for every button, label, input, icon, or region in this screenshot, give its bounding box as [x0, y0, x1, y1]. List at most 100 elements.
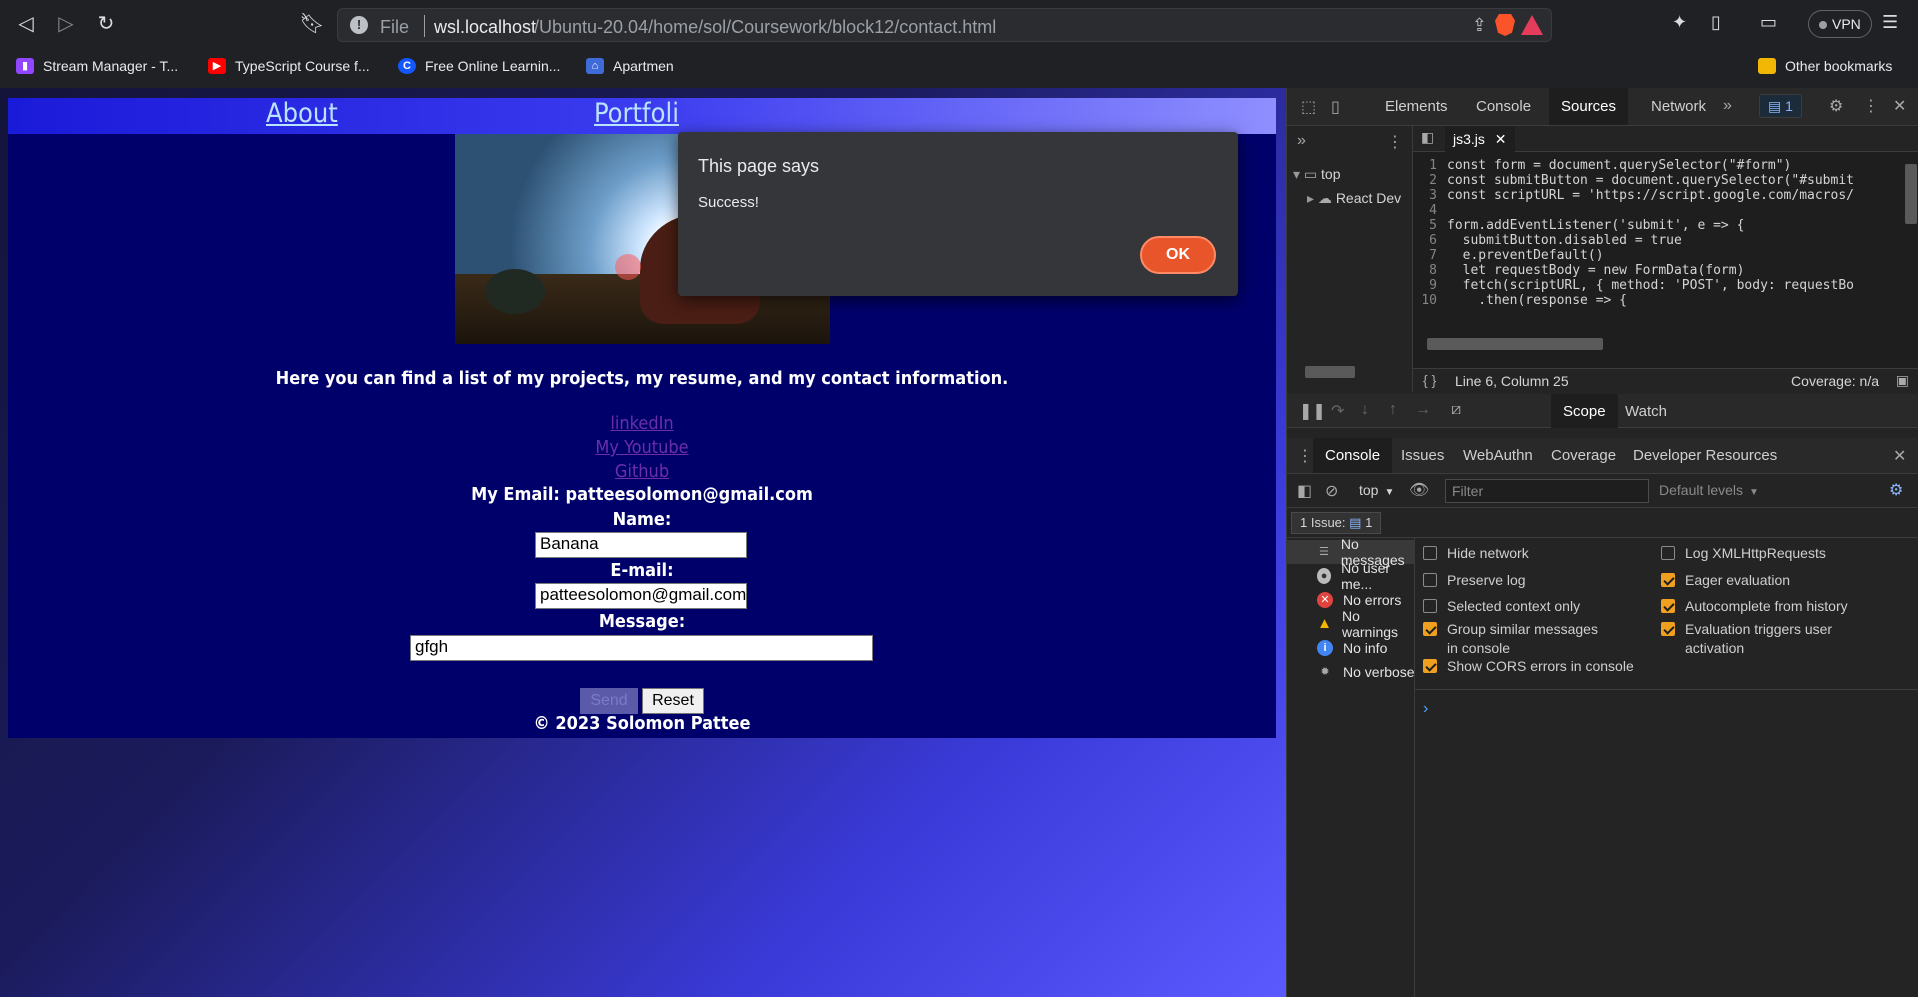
drawer-menu-icon[interactable]: ⋮ [1297, 446, 1313, 466]
brave-rewards-icon[interactable] [1521, 15, 1543, 35]
navigator-menu-icon[interactable]: ⋮ [1387, 132, 1403, 152]
menu-icon[interactable]: ☰ [1882, 12, 1898, 33]
nav-link-about[interactable]: About [266, 98, 338, 129]
close-tab-icon[interactable]: ✕ [1495, 131, 1507, 147]
console-filter-input[interactable]: Filter [1445, 479, 1649, 503]
checkbox[interactable] [1423, 599, 1437, 613]
close-devtools-icon[interactable]: ✕ [1893, 96, 1906, 116]
bookmark-icon[interactable]: 🔖︎ [298, 10, 326, 38]
sidebar-item-info[interactable]: i No info [1287, 636, 1415, 660]
tree-item-top[interactable]: ▾ ▭ top [1293, 166, 1341, 183]
ok-button[interactable]: OK [1140, 236, 1216, 274]
option-eval-triggers[interactable]: Evaluation triggers user activation [1661, 620, 1861, 658]
option-selected-context[interactable]: Selected context only [1423, 597, 1609, 616]
more-panes-icon[interactable]: » [1297, 132, 1306, 150]
log-levels-select[interactable]: Default levels ▼ [1659, 482, 1759, 498]
back-button[interactable]: ◁ [12, 10, 40, 38]
clear-console-icon[interactable]: ⊘ [1325, 481, 1338, 501]
option-preserve-log[interactable]: Preserve log [1423, 571, 1609, 590]
tree-item-react[interactable]: ▸ ☁ React Dev [1307, 190, 1401, 207]
checkbox[interactable] [1423, 622, 1437, 636]
console-prompt[interactable]: › [1423, 700, 1428, 718]
coverage-icon[interactable]: ▣ [1896, 372, 1909, 389]
tab-elements[interactable]: Elements [1373, 88, 1460, 125]
address-bar[interactable]: ! File wsl.localhost /Ubuntu-20.04/home/… [337, 8, 1552, 42]
drawer-tab-developer-resources[interactable]: Developer Resources [1621, 438, 1789, 473]
step-over-icon[interactable]: ↷ [1331, 401, 1344, 421]
bookmark-item[interactable]: ▮ Stream Manager - T... [16, 56, 178, 76]
sidebar-item-verbose[interactable]: ✹ No verbose [1287, 660, 1415, 684]
inspect-icon[interactable]: ⬚ [1301, 97, 1316, 117]
step-into-icon[interactable]: ↓ [1361, 401, 1369, 419]
tab-watch[interactable]: Watch [1613, 394, 1679, 428]
drawer-tab-issues[interactable]: Issues [1389, 438, 1456, 473]
youtube-link[interactable]: My Youtube [595, 437, 688, 458]
reset-button[interactable]: Reset [642, 688, 704, 714]
context-select[interactable]: top ▼ [1359, 482, 1394, 498]
checkbox[interactable] [1661, 599, 1675, 613]
bookmark-item[interactable]: ▶ TypeScript Course f... [208, 56, 370, 76]
sidebar-toggle-icon[interactable]: ▯ [1711, 12, 1721, 33]
option-log-xhr[interactable]: Log XMLHttpRequests [1661, 544, 1911, 563]
vpn-button[interactable]: VPN [1808, 10, 1872, 38]
toggle-navigator-icon[interactable]: ◧ [1421, 129, 1434, 146]
other-bookmarks[interactable]: Other bookmarks [1758, 56, 1892, 76]
pause-icon[interactable]: ❚❚ [1299, 401, 1326, 421]
step-out-icon[interactable]: ↑ [1389, 401, 1397, 419]
editor-hscrollbar[interactable] [1427, 338, 1603, 350]
file-tab-js3[interactable]: js3.js ✕ [1445, 126, 1515, 152]
option-autocomplete[interactable]: Autocomplete from history [1661, 597, 1911, 616]
editor-vscrollbar[interactable] [1905, 164, 1917, 224]
extensions-icon[interactable]: ✦ [1672, 12, 1687, 33]
checkbox[interactable] [1423, 546, 1437, 560]
kebab-menu-icon[interactable]: ⋮ [1863, 96, 1879, 116]
message-field[interactable]: gfgh [410, 635, 873, 661]
tab-sources[interactable]: Sources [1549, 88, 1629, 125]
option-hide-network[interactable]: Hide network [1423, 544, 1609, 563]
drawer-tab-coverage[interactable]: Coverage [1539, 438, 1628, 473]
email-field[interactable]: patteesolomon@gmail.com [535, 583, 747, 609]
bookmark-item[interactable]: C Free Online Learnin... [398, 56, 560, 76]
github-link[interactable]: Github [615, 461, 669, 482]
device-toolbar-icon[interactable]: ▯ [1331, 97, 1340, 117]
drawer-tab-console[interactable]: Console [1313, 438, 1393, 473]
forward-button[interactable]: ▷ [52, 10, 80, 38]
option-eager-eval[interactable]: Eager evaluation [1661, 571, 1911, 590]
linkedin-link[interactable]: linkedIn [610, 413, 673, 434]
drawer-tab-webauthn[interactable]: WebAuthn [1451, 438, 1545, 473]
pretty-print-icon[interactable]: { } [1423, 372, 1436, 388]
nav-link-portfolio[interactable]: Portfoli [594, 98, 679, 129]
checkbox[interactable] [1661, 546, 1675, 560]
tab-network[interactable]: Network [1639, 88, 1718, 125]
brave-shields-icon[interactable] [1495, 14, 1515, 36]
tab-console[interactable]: Console [1464, 88, 1543, 125]
close-drawer-icon[interactable]: ✕ [1893, 446, 1906, 466]
console-settings-icon[interactable]: ⚙ [1889, 480, 1903, 500]
info-icon[interactable]: ! [350, 16, 368, 34]
more-tabs-icon[interactable]: » [1723, 97, 1732, 115]
wallet-icon[interactable]: ▭ [1760, 12, 1777, 33]
step-icon[interactable]: → [1415, 401, 1431, 419]
send-button[interactable]: Send [580, 688, 638, 714]
deactivate-breakpoints-icon[interactable]: ⧄ [1451, 401, 1461, 419]
checkbox[interactable] [1423, 659, 1437, 673]
navigator-hscroll[interactable] [1305, 366, 1355, 378]
settings-icon[interactable]: ⚙ [1829, 96, 1843, 116]
sidebar-item-warnings[interactable]: ▲ No warnings [1287, 608, 1415, 640]
line-number: 5 [1429, 218, 1437, 233]
bookmark-item[interactable]: ⌂ Apartmen [586, 56, 674, 76]
share-icon[interactable]: ⇪ [1472, 15, 1487, 36]
console-sidebar-icon[interactable]: ◧ [1297, 481, 1312, 501]
option-show-cors[interactable]: Show CORS errors in console [1423, 657, 1653, 676]
checkbox[interactable] [1661, 573, 1675, 587]
option-group-similar[interactable]: Group similar messages in console [1423, 620, 1609, 658]
tab-scope[interactable]: Scope [1551, 394, 1618, 428]
name-field[interactable]: Banana [535, 532, 747, 558]
issues-button[interactable]: 1 Issue: ▤ 1 [1291, 512, 1382, 534]
checkbox[interactable] [1423, 573, 1437, 587]
reload-button[interactable]: ↻ [92, 10, 120, 38]
checkbox[interactable] [1661, 622, 1675, 636]
issues-badge[interactable]: ▤ 1 [1759, 94, 1802, 118]
sidebar-item-user-messages[interactable]: ● No user me... [1287, 560, 1415, 592]
live-expression-eye-icon[interactable]: 👁︎ [1409, 480, 1429, 500]
